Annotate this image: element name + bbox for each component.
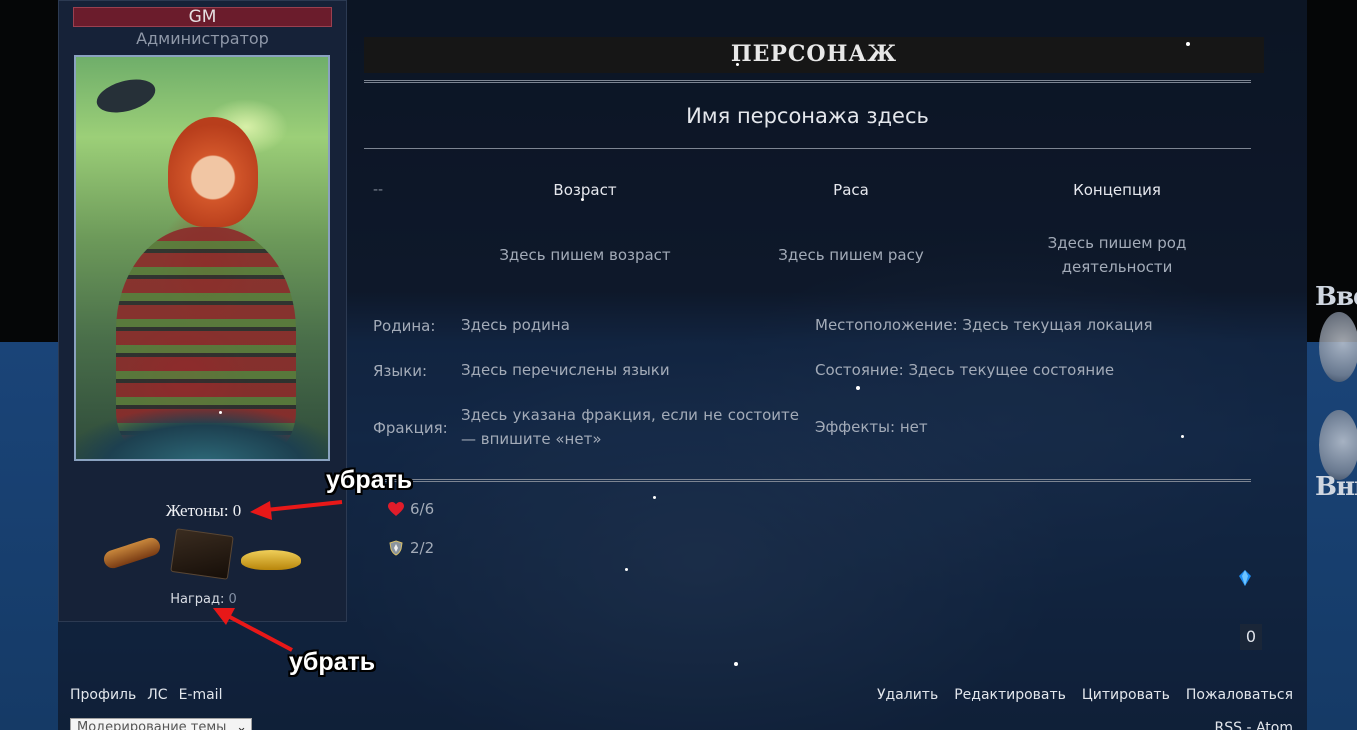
snowflake xyxy=(581,198,584,201)
defense-value: 2/2 xyxy=(410,539,435,557)
scroll-down-text[interactable]: Вни xyxy=(1315,472,1357,502)
book-award-icon[interactable] xyxy=(170,528,234,580)
languages-value: Здесь перечислены языки xyxy=(461,361,670,379)
user-rank: Администратор xyxy=(136,29,269,48)
scroll-up-text[interactable]: Вве xyxy=(1315,282,1357,312)
snowflake xyxy=(736,63,739,66)
homeland-value: Здесь родина xyxy=(461,316,570,334)
divider xyxy=(364,80,1251,83)
award-items xyxy=(99,528,309,580)
user-links: Профиль ЛС E-mail xyxy=(70,687,233,703)
scroll-award-icon[interactable] xyxy=(101,535,163,571)
profile-link[interactable]: Профиль xyxy=(70,687,136,703)
rewards-count: Наград: 0 xyxy=(59,592,348,607)
scroll-down-orb-icon[interactable] xyxy=(1319,410,1357,480)
location-info: Местоположение: Здесь текущая локация xyxy=(815,316,1153,334)
user-profile-card: GM Администратор Жетоны: 0 Наград: 0 xyxy=(58,0,347,622)
avatar-head xyxy=(168,117,258,227)
age-heading: Возраст xyxy=(553,181,617,199)
health-value: 6/6 xyxy=(410,500,435,518)
email-link[interactable]: E-mail xyxy=(179,687,223,703)
report-link[interactable]: Пожаловаться xyxy=(1186,687,1293,703)
effects-info: Эффекты: нет xyxy=(815,418,928,436)
rss-link[interactable]: RSS - Atom xyxy=(1215,720,1293,730)
concept-heading: Концепция xyxy=(1073,181,1161,199)
snowflake xyxy=(219,411,222,414)
heart-icon xyxy=(388,501,404,516)
moderation-select-value: Модерирование темы xyxy=(77,720,227,730)
background-left-lower xyxy=(0,342,58,730)
languages-label: Языки: xyxy=(373,362,428,380)
pm-link[interactable]: ЛС xyxy=(147,687,167,703)
snowflake xyxy=(1181,435,1184,438)
snowflake xyxy=(856,386,860,390)
snowflake xyxy=(653,496,656,499)
homeland-label: Родина: xyxy=(373,317,436,335)
rewards-number: 0 xyxy=(228,592,237,607)
state-info: Состояние: Здесь текущее состояние xyxy=(815,361,1115,379)
post-actions: Удалить Редактировать Цитировать Пожаловать… xyxy=(861,687,1293,703)
tokens-count: Жетоны: 0 xyxy=(165,501,242,520)
divider xyxy=(364,148,1251,149)
health-stat: 6/6 xyxy=(388,500,434,518)
annotation-remove-rewards: убрать xyxy=(289,648,376,676)
age-value: Здесь пишем возраст xyxy=(499,246,671,264)
quote-link[interactable]: Цитировать xyxy=(1082,687,1170,703)
avatar xyxy=(74,55,330,461)
snowflake xyxy=(1186,42,1190,46)
edit-link[interactable]: Редактировать xyxy=(954,687,1066,703)
divider xyxy=(364,479,1251,482)
concept-value: Здесь пишем род деятельности xyxy=(1047,234,1187,276)
faction-value: Здесь указана фракция, если не состоите … xyxy=(461,406,799,448)
moderation-select[interactable]: Модерирование темы ⌄ xyxy=(70,718,252,730)
annotation-remove-tokens: убрать xyxy=(326,466,413,494)
gem-icon[interactable] xyxy=(1238,570,1252,586)
background-left-band xyxy=(0,0,58,342)
faction-label: Фракция: xyxy=(373,419,448,437)
delete-link[interactable]: Удалить xyxy=(877,687,938,703)
snowflake xyxy=(734,662,738,666)
avatar-wreath xyxy=(76,409,328,459)
placeholder-dash: -- xyxy=(373,182,384,198)
scroll-up-orb-icon[interactable] xyxy=(1319,312,1357,382)
character-name: Имя персонажа здесь xyxy=(686,104,929,128)
race-heading: Раса xyxy=(833,181,869,199)
snowflake xyxy=(625,568,628,571)
avatar-bird xyxy=(93,73,159,119)
section-header: ПЕРСОНАЖ xyxy=(364,37,1264,73)
chevron-down-icon: ⌄ xyxy=(236,720,247,730)
race-value: Здесь пишем расу xyxy=(778,246,924,264)
defense-stat: 2/2 xyxy=(388,539,434,557)
side-navigation-deco: Вве Вни xyxy=(1313,282,1357,512)
reputation-counter[interactable]: 0 xyxy=(1240,624,1262,650)
rewards-label: Наград: xyxy=(170,592,225,607)
shield-icon xyxy=(389,540,403,556)
lamp-award-icon[interactable] xyxy=(241,550,301,570)
username[interactable]: GM xyxy=(73,7,332,27)
